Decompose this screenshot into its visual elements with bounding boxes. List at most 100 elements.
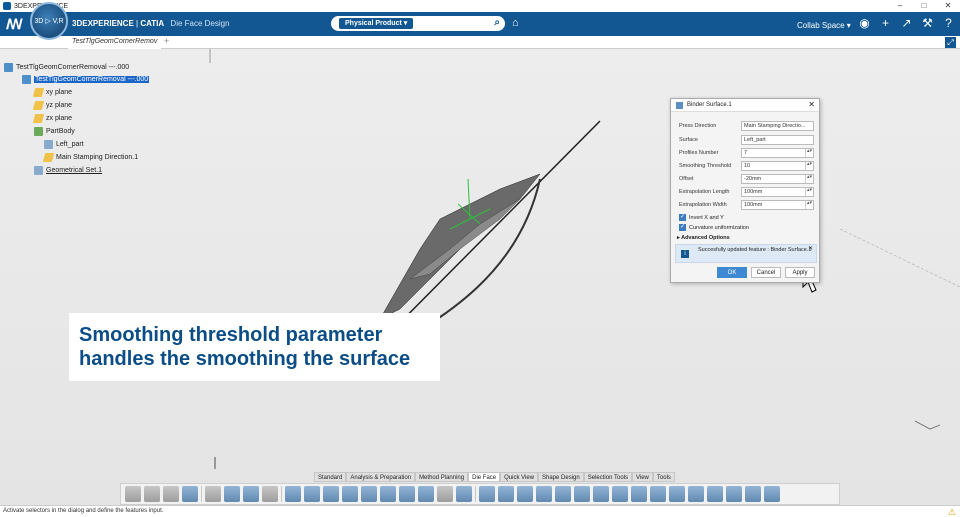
minimize-button[interactable]: – — [888, 0, 912, 12]
advanced-options-toggle[interactable]: ▸ Advanced Options — [677, 235, 730, 241]
tab-standard[interactable]: Standard — [314, 472, 347, 482]
tab-analysis-preparation[interactable]: Analysis & Preparation — [346, 472, 416, 482]
addendum-icon[interactable] — [304, 486, 320, 502]
action-bar — [120, 483, 840, 505]
draft-analysis-icon[interactable] — [726, 486, 742, 502]
blend-icon[interactable] — [536, 486, 552, 502]
join-icon[interactable] — [517, 486, 533, 502]
binder-surface-icon — [676, 102, 683, 109]
tab-die-face[interactable]: Die Face — [468, 472, 501, 482]
tab-quick-view[interactable]: Quick View — [500, 472, 539, 482]
tab-document[interactable]: TestTlgGeomCornerRemov — [68, 36, 162, 49]
press-direction-field[interactable]: Main Stamping Directio... — [741, 121, 814, 131]
section-icon[interactable] — [380, 486, 396, 502]
close-window-button[interactable]: ✕ — [936, 0, 960, 12]
fill-icon[interactable] — [361, 486, 377, 502]
book-icon[interactable] — [224, 486, 240, 502]
add-icon[interactable]: + — [878, 16, 893, 31]
hook-icon[interactable] — [437, 486, 453, 502]
ds-logo-icon[interactable]: ꟿ — [6, 16, 23, 33]
tab-view[interactable]: View — [631, 472, 653, 482]
tab-tools[interactable]: Tools — [652, 472, 675, 482]
invert-xy-checkbox[interactable]: ✓ Invert X and Y — [679, 214, 724, 221]
close-icon[interactable]: ✕ — [808, 100, 815, 109]
spinner-icon[interactable]: ▴▾ — [805, 162, 813, 170]
point-icon[interactable] — [631, 486, 647, 502]
tab-method-planning[interactable]: Method Planning — [415, 472, 469, 482]
surface-field[interactable]: Left_part — [741, 135, 814, 145]
line-icon[interactable] — [650, 486, 666, 502]
toolbar-separator — [281, 486, 282, 502]
offset-field[interactable]: -20mm ▴▾ — [741, 174, 814, 184]
extrapolation-width-field[interactable]: 100mm ▴▾ — [741, 200, 814, 210]
tag-icon[interactable]: ⌂ — [512, 17, 519, 29]
tab-shape-design[interactable]: Shape Design — [538, 472, 584, 482]
curvature-analysis-icon[interactable] — [745, 486, 761, 502]
brand-product: CATIA — [140, 19, 165, 28]
spinner-icon[interactable]: ▴▾ — [805, 175, 813, 183]
transform-icon[interactable] — [593, 486, 609, 502]
extrapolation-width-label: Extrapolation Width — [679, 202, 727, 208]
search-input[interactable] — [411, 18, 491, 29]
fillet-icon[interactable] — [574, 486, 590, 502]
search-scope-dropdown[interactable]: Physical Product ▾ — [339, 18, 414, 29]
binder-surface-dialog: Binder Surface.1 ✕ Press Direction Main … — [670, 98, 820, 283]
export-icon[interactable] — [764, 486, 780, 502]
maximize-button[interactable]: □ — [912, 0, 936, 12]
search-icon[interactable]: ⌕ — [494, 17, 500, 28]
surface-tool-icon[interactable] — [323, 486, 339, 502]
dismiss-info-icon[interactable]: ✕ — [808, 246, 813, 253]
binder-surface-icon[interactable] — [285, 486, 301, 502]
smoothing-threshold-field[interactable]: 10 ▴▾ — [741, 161, 814, 171]
paste-icon[interactable] — [163, 486, 179, 502]
extend-icon[interactable] — [418, 486, 434, 502]
app-name: Die Face Design — [170, 19, 230, 28]
offset-label: Offset — [679, 176, 694, 182]
copy-icon[interactable] — [144, 486, 160, 502]
expand-icon[interactable]: ⤢ — [945, 37, 956, 48]
collab-space-dropdown[interactable]: Collab Space ▾ — [797, 21, 851, 30]
warning-icon[interactable]: ⚠ — [948, 507, 956, 517]
cancel-button[interactable]: Cancel — [751, 267, 781, 278]
dialog-title-bar[interactable]: Binder Surface.1 ✕ — [671, 99, 819, 112]
spinner-icon[interactable]: ▴▾ — [805, 188, 813, 196]
intersect-icon[interactable] — [707, 486, 723, 502]
tools-icon[interactable]: ⚒ — [920, 16, 935, 31]
curvature-uniformization-checkbox[interactable]: ✓ Curvature uniformization — [679, 224, 749, 231]
compass-icon[interactable]: 3D ▷ V,R — [30, 2, 68, 40]
boundary-icon[interactable] — [456, 486, 472, 502]
offset-icon[interactable] — [555, 486, 571, 502]
spinner-icon[interactable]: ▴▾ — [805, 149, 813, 157]
spinner-icon[interactable]: ▴▾ — [805, 201, 813, 209]
user-icon[interactable]: ◉ — [857, 16, 872, 31]
extrapolation-length-label: Extrapolation Length — [679, 189, 730, 195]
apply-button[interactable]: Apply — [785, 267, 815, 278]
undo-icon[interactable] — [182, 486, 198, 502]
axis-icon[interactable] — [612, 486, 628, 502]
trim-icon[interactable] — [479, 486, 495, 502]
project-icon[interactable] — [688, 486, 704, 502]
profile-icon[interactable] — [342, 486, 358, 502]
zoom-icon[interactable] — [205, 486, 221, 502]
plane-tool-icon[interactable] — [669, 486, 685, 502]
profiles-number-field[interactable]: 7 ▴▾ — [741, 148, 814, 158]
extrapolation-length-field[interactable]: 100mm ▴▾ — [741, 187, 814, 197]
split-icon[interactable] — [498, 486, 514, 502]
cut-icon[interactable] — [125, 486, 141, 502]
tab-bar: TestTlgGeomCornerRemov + ⤢ — [0, 36, 960, 49]
flange-icon[interactable] — [399, 486, 415, 502]
surface-label: Surface — [679, 137, 698, 143]
ok-button[interactable]: OK — [717, 267, 747, 278]
select-icon[interactable] — [243, 486, 259, 502]
toolbar-separator — [201, 486, 202, 502]
brand: 3DEXPERIENCE | CATIA Die Face Design — [72, 19, 230, 28]
measure-icon[interactable] — [262, 486, 278, 502]
smoothing-threshold-label: Smoothing Threshold — [679, 163, 732, 169]
action-bar-tabs: Standard Analysis & Preparation Method P… — [314, 472, 675, 482]
share-icon[interactable]: ↗ — [899, 16, 914, 31]
new-tab-button[interactable]: + — [164, 36, 169, 46]
help-icon[interactable]: ? — [941, 16, 956, 31]
tab-selection-tools[interactable]: Selection Tools — [583, 472, 632, 482]
search-box[interactable]: Physical Product ▾ ⌕ — [331, 16, 505, 31]
dialog-title: Binder Surface.1 — [687, 102, 732, 108]
